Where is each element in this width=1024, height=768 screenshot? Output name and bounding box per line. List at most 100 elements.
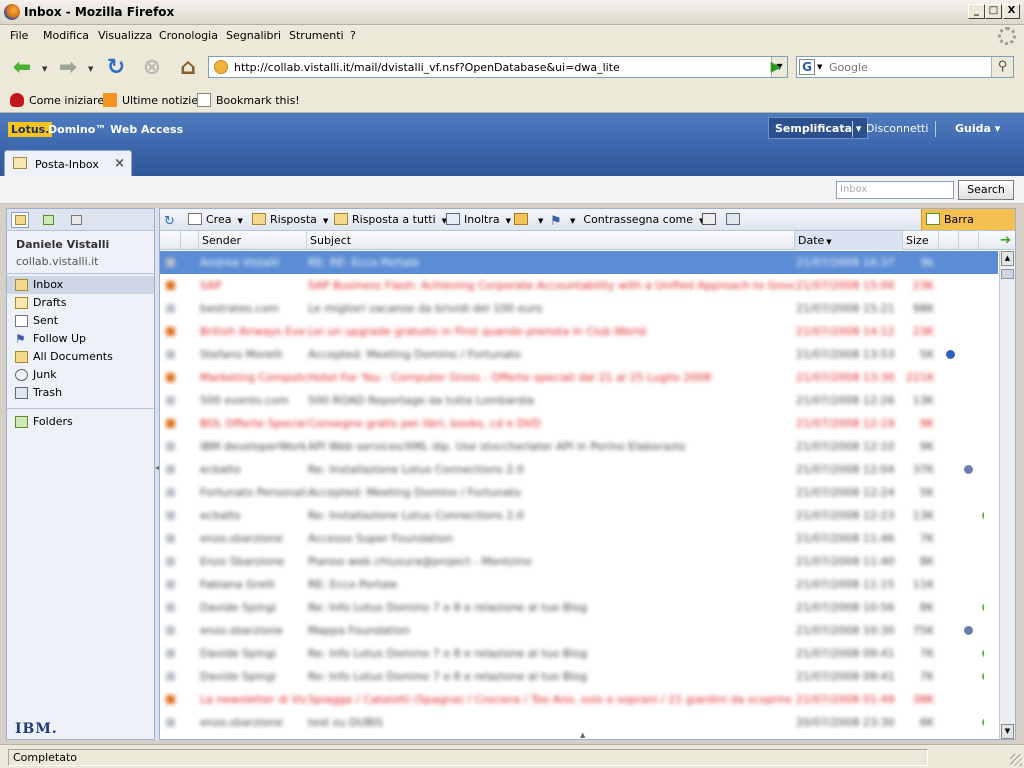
scroll-down-icon[interactable]: ▼: [1001, 724, 1014, 739]
column-status[interactable]: [180, 231, 198, 250]
refresh-button[interactable]: ↻: [164, 213, 182, 228]
message-row[interactable]: enzo.sbarzione Mappa Foundation 21/07/2008…: [160, 619, 998, 642]
minimize-button[interactable]: _: [968, 4, 985, 19]
help-menu[interactable]: Guida ▾: [955, 122, 1000, 135]
column-sender[interactable]: Sender: [198, 231, 306, 250]
message-row[interactable]: IBM developerWorks API Web services/XML d…: [160, 435, 998, 458]
google-icon[interactable]: G: [799, 59, 815, 75]
menu-file[interactable]: File: [10, 29, 28, 42]
menu-modifica[interactable]: Modifica: [43, 29, 89, 42]
delete-button[interactable]: [726, 213, 744, 226]
close-tab-icon[interactable]: ×: [114, 156, 125, 171]
url-bar[interactable]: http://collab.vistalli.it/mail/dvistalli…: [208, 56, 788, 78]
menu-bar: File Modifica Visualizza Cronologia Segn…: [0, 25, 1024, 47]
mark-as-button[interactable]: ⚑▼Contrassegna come▼: [550, 213, 704, 228]
reload-icon[interactable]: ↻: [102, 53, 130, 81]
forward-button[interactable]: Inoltra ▼: [446, 213, 511, 226]
message-sender: Davide Spingi: [200, 670, 277, 683]
close-window-button[interactable]: X: [1003, 4, 1020, 19]
folder-trash[interactable]: Trash: [7, 384, 154, 402]
scroll-thumb[interactable]: [1001, 269, 1014, 279]
message-list-scrollbar[interactable]: ▲ ▼: [999, 251, 1015, 739]
column-flag[interactable]: [958, 231, 978, 250]
message-row[interactable]: ecbalto Re: Installazione Lotus Connectio…: [160, 504, 998, 527]
column-attachment[interactable]: [938, 231, 958, 250]
column-size[interactable]: Size: [902, 231, 938, 250]
folder-junk[interactable]: Junk: [7, 366, 154, 384]
message-row[interactable]: Enzo Sbarzione Pianoo web chiusura@projec…: [160, 550, 998, 573]
message-row[interactable]: Fabiana Grelli RE: Ecco Portale 21/07/2008…: [160, 573, 998, 596]
message-date: 21/07/2008 13:30: [796, 371, 895, 384]
engine-dropdown-icon[interactable]: ▼: [817, 63, 822, 71]
message-row[interactable]: La newsletter di VialeEsaSpiagge / Catal…: [160, 688, 998, 711]
message-row[interactable]: Davide Spingi Re: Info Lotus Domino 7 e 8…: [160, 642, 998, 665]
menu-cronologia[interactable]: Cronologia: [159, 29, 218, 42]
search-engine-input[interactable]: Google: [829, 61, 868, 74]
menu-help[interactable]: ?: [350, 29, 356, 42]
move-to-folder-button[interactable]: ▼: [514, 213, 543, 226]
column-icon[interactable]: [160, 231, 180, 250]
back-history-dropdown-icon[interactable]: ▼: [42, 65, 47, 73]
folder-all-documents[interactable]: All Documents: [7, 348, 154, 366]
message-row[interactable]: SAP SAP Business Flash: Achieving Corpora…: [160, 274, 998, 297]
menu-visualizza[interactable]: Visualizza: [98, 29, 152, 42]
refresh-icon: ↻: [164, 214, 175, 229]
new-button[interactable]: Crea ▼: [188, 213, 243, 226]
column-extra[interactable]: [978, 231, 998, 250]
folder-follow-up[interactable]: ⚑ Follow Up: [7, 330, 154, 348]
url-text[interactable]: http://collab.vistalli.it/mail/dvistalli…: [234, 61, 620, 74]
forward-arrow-icon[interactable]: ➡: [54, 53, 82, 81]
message-row[interactable]: ecbalto Re: Installazione Lotus Connectio…: [160, 458, 998, 481]
message-row[interactable]: Davide Spingi Re: Info Lotus Domino 7 e 8…: [160, 665, 998, 688]
tab-posta-inbox[interactable]: Posta-Inbox ×: [4, 150, 132, 176]
contacts-panel-tab[interactable]: [67, 212, 85, 228]
magnifier-icon[interactable]: ⚲: [991, 57, 1013, 77]
bookmark-this[interactable]: Bookmark this!: [197, 93, 300, 107]
message-row[interactable]: British Airways Every PeLei un upgrade g…: [160, 320, 998, 343]
maximize-button[interactable]: □: [985, 4, 1002, 19]
message-status-icon: [166, 458, 178, 481]
mail-panel-tab[interactable]: [11, 212, 29, 228]
forward-history-dropdown-icon[interactable]: ▼: [88, 65, 93, 73]
menu-segnalibri[interactable]: Segnalibri: [226, 29, 281, 42]
preview-splitter-icon[interactable]: ▲: [580, 731, 585, 739]
inbox-search-input[interactable]: Inbox: [836, 181, 954, 199]
next-arrow-icon[interactable]: ➔: [1000, 233, 1011, 248]
disconnect-link[interactable]: Disconnetti: [866, 122, 928, 135]
reply-button[interactable]: Risposta ▼: [252, 213, 328, 226]
search-button[interactable]: Search: [958, 180, 1014, 200]
folder-drafts[interactable]: Drafts: [7, 294, 154, 312]
column-subject[interactable]: Subject: [306, 231, 794, 250]
message-row[interactable]: enzo.sbarzione test su DUBIS 20/07/2008 23…: [160, 711, 998, 734]
go-arrow-icon[interactable]: ▶: [766, 58, 786, 76]
menu-strumenti[interactable]: Strumenti: [289, 29, 344, 42]
folder-inbox[interactable]: Inbox: [7, 276, 154, 294]
message-row[interactable]: Stefano Morelli Accepted: Meeting Domino …: [160, 343, 998, 366]
bookmark-come-iniziare[interactable]: Come iniziare: [10, 93, 104, 107]
search-engine-box[interactable]: G ▼ Google ⚲: [796, 56, 1014, 78]
folder-sent[interactable]: Sent: [7, 312, 154, 330]
resize-grip-icon[interactable]: [1010, 754, 1022, 766]
message-subject: Accesso Super Foundation: [308, 532, 454, 545]
scroll-up-icon[interactable]: ▲: [1001, 251, 1014, 266]
bookmark-ultime-notizie[interactable]: Ultime notizie: [103, 93, 198, 107]
sidebar-toggle-button[interactable]: Barra laterale: [921, 209, 1015, 247]
folders-node[interactable]: Folders: [7, 413, 154, 431]
print-button[interactable]: [702, 213, 720, 226]
message-row[interactable]: Marketing ComputergrHotel For You - Comp…: [160, 366, 998, 389]
column-date[interactable]: Date ▼: [794, 231, 902, 250]
stop-icon[interactable]: ⊗: [138, 53, 166, 81]
message-row[interactable]: Andrea Vistalli RE: RE: Ecco Portale 21/07…: [160, 251, 998, 274]
message-row[interactable]: enzo.sbarzione Accesso Super Foundation 21…: [160, 527, 998, 550]
message-row[interactable]: Fortunato PersonalineAccepted: Meeting D…: [160, 481, 998, 504]
reply-all-button[interactable]: Risposta a tutti ▼: [334, 213, 447, 226]
calendar-panel-tab[interactable]: [39, 212, 57, 228]
mode-button[interactable]: Semplificata ▾: [768, 117, 869, 139]
message-status-icon: [166, 619, 178, 642]
message-row[interactable]: Davide Spingi Re: Info Lotus Domino 7 e 8…: [160, 596, 998, 619]
back-arrow-icon[interactable]: ⬅: [8, 53, 36, 81]
message-row[interactable]: BOL Offerte Speciali Consegne gratis per …: [160, 412, 998, 435]
home-icon[interactable]: ⌂: [174, 53, 202, 81]
message-row[interactable]: 500 events.com 500 ROAD Reportage da tutt…: [160, 389, 998, 412]
message-row[interactable]: bestrates.com Le migliori vacanze da briv…: [160, 297, 998, 320]
